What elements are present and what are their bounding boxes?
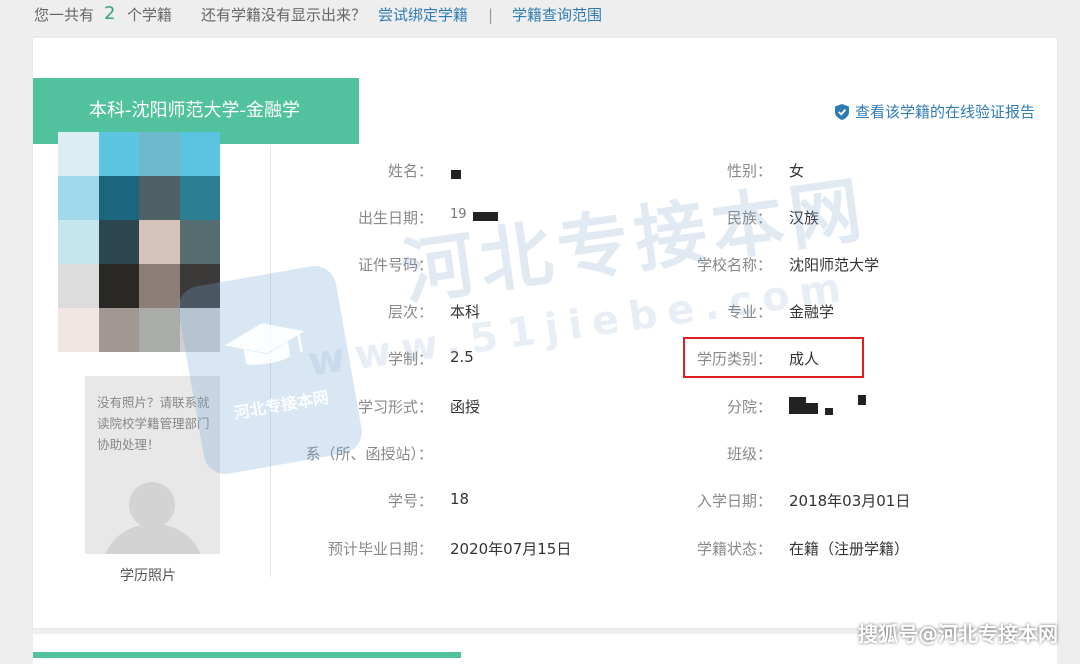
source-watermark: 搜狐号@河北专接本网 [858,622,1058,646]
field-label-student-id: 学号： [387,492,433,510]
degree-photo-caption: 学历照片 [120,568,176,584]
field-value-student-id: 18 [450,490,470,508]
field-label-branch: 分院： [726,398,772,416]
avatar-head-icon [129,482,175,528]
redacted-branch-2 [806,403,818,414]
top-summary-bar: 您一共有 2 个学籍 还有学籍没有显示出来？ 尝试绑定学籍 | 学籍查询范围 [0,0,1080,32]
field-label-study-mode: 学习形式： [357,398,433,416]
field-label-name: 姓名： [387,162,433,180]
field-label-enrollment-date: 入学日期： [696,492,772,510]
field-value-ethnicity: 汉族 [789,209,820,227]
student-photo-pixelated [58,132,220,352]
missing-question: 还有学籍没有显示出来？ [201,6,367,24]
field-label-major: 专业： [726,303,772,321]
field-value-gender: 女 [789,162,805,180]
summary-suffix: 个学籍 [127,6,173,24]
highlight-box-education-type [683,337,864,378]
shield-check-icon [834,103,849,120]
field-label-id-number: 证件号码： [357,256,433,274]
field-label-ethnicity: 民族： [726,209,772,227]
field-label-expected-graduation: 预计毕业日期： [327,540,433,558]
redacted-birthdate [473,212,498,221]
degree-photo-placeholder: 没有照片？请联系就读院校学籍管理部门协助处理！ [85,376,220,554]
field-value-study-mode: 函授 [450,398,481,416]
field-value-birthdate: 19 [450,207,467,222]
redacted-branch-4 [858,395,866,405]
summary-prefix: 您一共有 [34,6,95,24]
field-label-level: 层次： [387,303,433,321]
verify-report-link[interactable]: 查看该学籍的在线验证报告 [834,101,1035,122]
record-count: 2 [104,3,116,24]
redacted-branch-1 [789,397,806,414]
bind-record-link[interactable]: 尝试绑定学籍 [378,0,468,30]
field-value-school: 沈阳师范大学 [789,256,880,274]
field-label-department: 系（所、函授站）： [305,445,433,463]
field-value-level: 本科 [450,303,481,321]
field-label-status: 学籍状态： [696,540,772,558]
field-label-school: 学校名称： [696,256,772,274]
no-photo-notice: 没有照片？请联系就读院校学籍管理部门协助处理！ [97,395,210,452]
redacted-name [451,170,461,179]
field-value-major: 金融学 [789,303,835,321]
field-value-enrollment-date: 2018年03月01日 [789,492,911,510]
query-range-link[interactable]: 学籍查询范围 [512,0,602,30]
avatar-body-icon [101,524,205,554]
second-record-header [33,652,461,658]
redacted-branch-3 [825,408,833,415]
verify-report-label: 查看该学籍的在线验证报告 [854,103,1035,121]
field-label-gender: 性别： [726,162,772,180]
topbar-separator: | [488,6,494,24]
field-value-expected-graduation: 2020年07月15日 [450,540,572,558]
field-value-duration: 2.5 [450,348,474,366]
field-label-birthdate: 出生日期： [357,209,433,227]
field-label-duration: 学制： [387,350,433,368]
field-value-status: 在籍（注册学籍） [789,540,910,558]
field-label-class: 班级： [726,445,772,463]
